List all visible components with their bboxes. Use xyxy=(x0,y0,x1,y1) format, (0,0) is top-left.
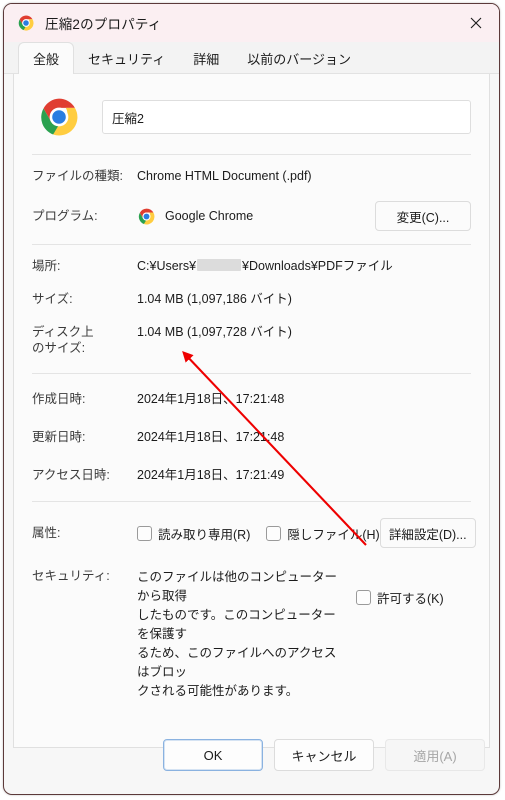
properties-dialog: 圧縮2のプロパティ 全般 セキュリティ 詳細 以前のバージョン 圧縮2 ファイル… xyxy=(3,3,500,795)
tab-details[interactable]: 詳細 xyxy=(179,42,233,74)
created-value: 2024年1月18日、17:21:48 xyxy=(137,392,285,406)
general-tab-panel: 圧縮2 ファイルの種類: Chrome HTML Document (.pdf)… xyxy=(13,74,490,748)
file-header: 圧縮2 xyxy=(32,74,471,154)
location-row: 場所: C:¥Users¥ ¥Downloads¥PDFファイル xyxy=(32,258,471,275)
location-suffix: ¥Downloads¥PDFファイル xyxy=(242,259,393,273)
security-line-1: このファイルは他のコンピューターから取得 xyxy=(137,570,338,603)
disk-size-label-line1: ディスク上 xyxy=(32,325,94,339)
filename-input[interactable]: 圧縮2 xyxy=(102,100,471,134)
disk-size-label: ディスク上 のサイズ: xyxy=(32,324,137,356)
timestamps-block: 作成日時: 2024年1月18日、17:21:48 更新日時: 2024年1月1… xyxy=(32,374,471,501)
attribute-checkboxes: 読み取り専用(R) 隠しファイル(H) xyxy=(137,524,380,543)
close-icon xyxy=(470,17,482,29)
tab-general[interactable]: 全般 xyxy=(18,42,75,75)
hidden-label: 隠しファイル(H) xyxy=(287,527,380,542)
ok-button[interactable]: OK xyxy=(163,739,263,771)
program-value-group: Google Chrome xyxy=(137,207,375,226)
attributes-security-block: 属性: 読み取り専用(R) 隠しファイル(H) 詳細設定(D)... セキュリテ… xyxy=(32,502,476,714)
change-program-button[interactable]: 変更(C)... xyxy=(375,201,471,231)
security-row: セキュリティ: このファイルは他のコンピューターから取得 したものです。このコン… xyxy=(32,568,471,701)
tab-security[interactable]: セキュリティ xyxy=(74,42,179,74)
filetype-label: ファイルの種類: xyxy=(32,169,123,183)
attributes-label: 属性: xyxy=(32,525,61,540)
created-row: 作成日時: 2024年1月18日、17:21:48 xyxy=(32,391,471,408)
accessed-label: アクセス日時: xyxy=(32,468,110,482)
window-title: 圧縮2のプロパティ xyxy=(45,17,162,32)
unblock-label: 許可する(K) xyxy=(377,592,444,606)
location-value: C:¥Users¥ ¥Downloads¥PDFファイル xyxy=(137,258,393,275)
accessed-value: 2024年1月18日、17:21:49 xyxy=(137,468,285,482)
readonly-label: 読み取り専用(R) xyxy=(158,527,251,542)
program-row: プログラム: Google Chrome 変更(C)... xyxy=(32,201,471,231)
security-label: セキュリティ: xyxy=(32,569,110,583)
title-bar: 圧縮2のプロパティ xyxy=(4,4,499,42)
unblock-checkbox[interactable]: 許可する(K) xyxy=(356,588,444,607)
redacted-username xyxy=(197,259,242,271)
size-row: サイズ: 1.04 MB (1,097,186 バイト) xyxy=(32,291,471,308)
size-label: サイズ: xyxy=(32,292,73,306)
program-name: Google Chrome xyxy=(165,208,254,223)
chrome-icon xyxy=(37,95,81,139)
checkbox-box xyxy=(356,590,371,605)
dialog-buttons: OK キャンセル 適用(A) xyxy=(4,716,499,794)
security-line-2: したものです。このコンピューターを保護す xyxy=(137,608,336,641)
advanced-settings-button[interactable]: 詳細設定(D)... xyxy=(379,518,476,548)
modified-value: 2024年1月18日、17:21:48 xyxy=(137,430,285,444)
tab-label: セキュリティ xyxy=(88,51,166,67)
location-label: 場所: xyxy=(32,259,61,273)
size-value: 1.04 MB (1,097,186 バイト) xyxy=(137,292,292,306)
tab-previous-versions[interactable]: 以前のバージョン xyxy=(233,42,365,74)
disk-size-label-line2: のサイズ: xyxy=(32,341,86,355)
cancel-button[interactable]: キャンセル xyxy=(274,739,374,771)
tab-label: 詳細 xyxy=(193,51,220,67)
chrome-icon xyxy=(17,14,35,32)
checkbox-box xyxy=(266,525,282,541)
filetype-row: ファイルの種類: Chrome HTML Document (.pdf) xyxy=(32,168,471,185)
filetype-value: Chrome HTML Document (.pdf) xyxy=(137,169,312,183)
location-prefix: C:¥Users¥ xyxy=(137,259,197,273)
tab-bar: 全般 セキュリティ 詳細 以前のバージョン xyxy=(4,42,499,75)
modified-row: 更新日時: 2024年1月18日、17:21:48 xyxy=(32,429,471,446)
hidden-checkbox[interactable]: 隠しファイル(H) xyxy=(266,524,380,543)
attributes-row: 属性: 読み取り専用(R) 隠しファイル(H) 詳細設定(D)... xyxy=(32,518,476,548)
location-size-block: 場所: C:¥Users¥ ¥Downloads¥PDFファイル サイズ: 1.0… xyxy=(32,245,471,369)
checkbox-box xyxy=(137,525,152,541)
security-line-3: るため、このファイルへのアクセスはブロッ xyxy=(137,646,337,679)
disk-size-row: ディスク上 のサイズ: 1.04 MB (1,097,728 バイト) xyxy=(32,324,471,356)
security-description: このファイルは他のコンピューターから取得 したものです。このコンピューターを保護… xyxy=(137,568,342,701)
modified-label: 更新日時: xyxy=(32,430,86,444)
created-label: 作成日時: xyxy=(32,392,86,406)
chrome-icon xyxy=(137,207,156,226)
disk-size-value: 1.04 MB (1,097,728 バイト) xyxy=(137,325,292,339)
apply-button[interactable]: 適用(A) xyxy=(385,739,485,771)
program-label: プログラム: xyxy=(32,208,98,223)
security-line-4: クされる可能性があります。 xyxy=(137,684,299,698)
close-button[interactable] xyxy=(453,4,499,42)
readonly-checkbox[interactable]: 読み取り専用(R) xyxy=(137,524,250,543)
type-program-block: ファイルの種類: Chrome HTML Document (.pdf) プログ… xyxy=(32,155,471,244)
tab-label: 全般 xyxy=(33,52,60,67)
accessed-row: アクセス日時: 2024年1月18日、17:21:49 xyxy=(32,467,471,484)
tab-label: 以前のバージョン xyxy=(247,51,352,67)
